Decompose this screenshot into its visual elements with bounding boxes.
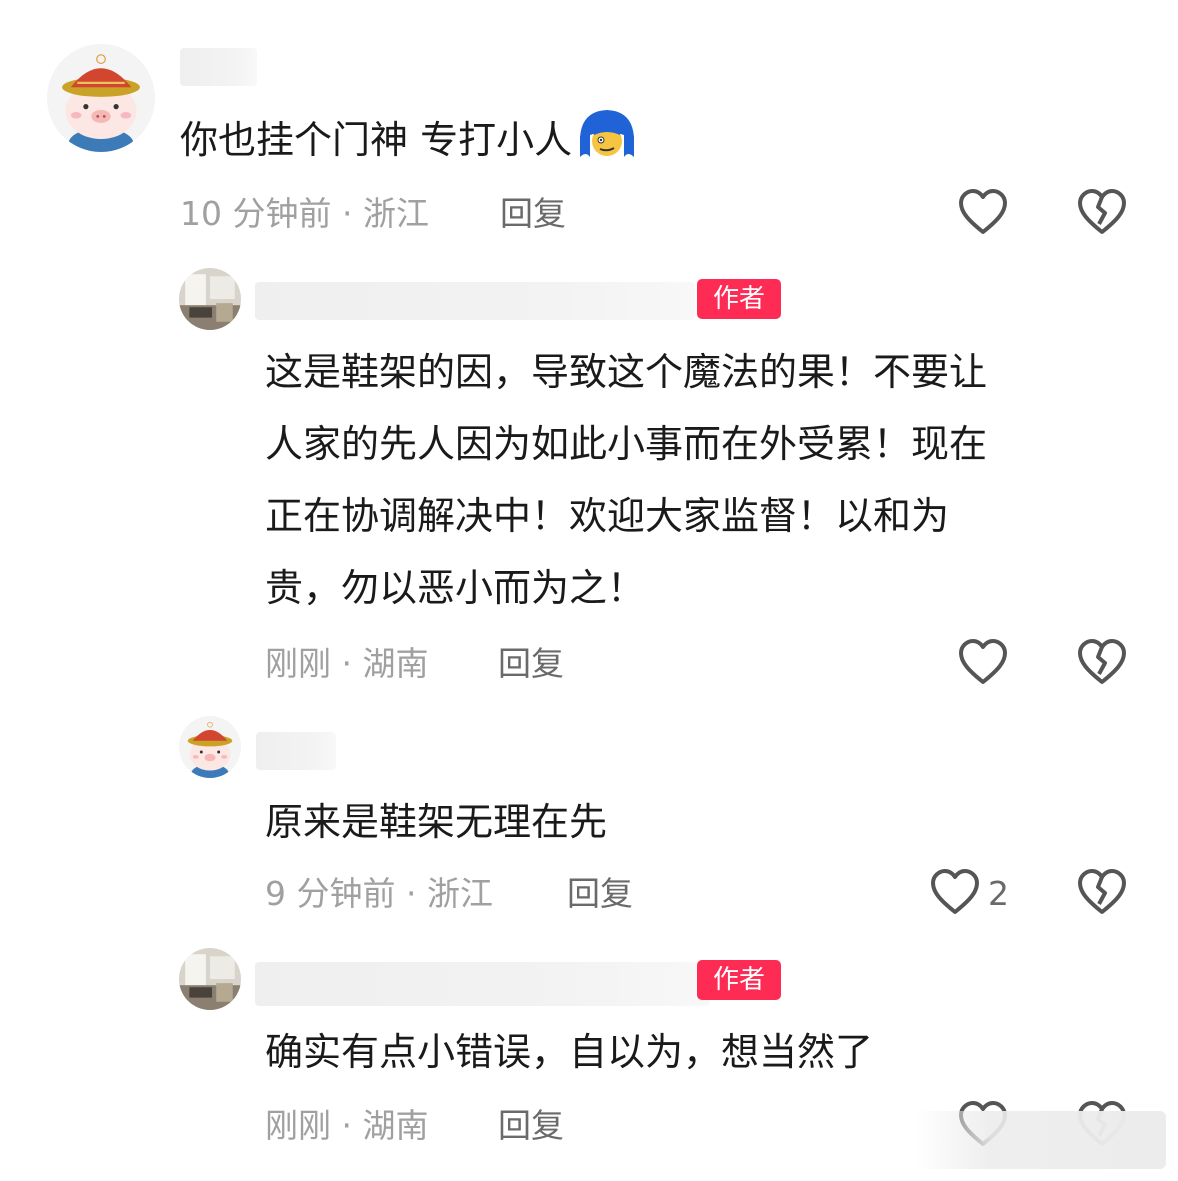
comment-line: 人家的先人因为如此小事而在外受累！现在 xyxy=(265,422,988,466)
username-blurred[interactable] xyxy=(256,732,336,770)
avatar[interactable] xyxy=(179,268,241,330)
username-blurred[interactable] xyxy=(255,962,710,1006)
author-badge: 作者 xyxy=(697,279,781,319)
dislike-button[interactable] xyxy=(1077,868,1127,916)
comment-text: 你也挂个门神 专打小人 xyxy=(180,104,638,186)
reply-button[interactable]: 回复 xyxy=(500,192,566,236)
comment-line: 你也挂个门神 专打小人 xyxy=(180,118,573,162)
username-blurred[interactable] xyxy=(255,282,695,320)
comment-line: 原来是鞋架无理在先 xyxy=(265,800,608,844)
pig-mandarin-hat-avatar xyxy=(47,44,155,152)
pig-mandarin-hat-avatar xyxy=(179,716,241,778)
comment-meta: 刚刚 · 湖南 xyxy=(265,644,429,683)
blue-hair-face-emoji xyxy=(576,107,638,186)
comment-meta: 9 分钟前 · 浙江 xyxy=(265,874,493,913)
dislike-button[interactable] xyxy=(1077,638,1127,686)
broken-heart-icon xyxy=(1078,639,1126,684)
comment-text: 原来是鞋架无理在先 xyxy=(265,786,607,858)
author-badge: 作者 xyxy=(697,960,781,1000)
like-count: 2 xyxy=(988,874,1009,913)
like-button[interactable] xyxy=(930,868,980,916)
avatar[interactable] xyxy=(179,948,241,1010)
heart-outline-icon xyxy=(959,639,1007,684)
comment-line: 这是鞋架的因，导致这个魔法的果！不要让 xyxy=(265,350,988,394)
room-photo-avatar xyxy=(179,948,241,1010)
broken-heart-icon xyxy=(1078,869,1126,914)
like-button[interactable] xyxy=(958,188,1008,236)
avatar[interactable] xyxy=(179,716,241,778)
reply-button[interactable]: 回复 xyxy=(498,642,564,686)
heart-outline-icon xyxy=(931,869,979,914)
dislike-button[interactable] xyxy=(1077,188,1127,236)
comment-text: 这是鞋架的因，导致这个魔法的果！不要让 人家的先人因为如此小事而在外受累！现在 … xyxy=(265,336,987,624)
reply-button[interactable]: 回复 xyxy=(498,1104,564,1148)
comment-meta: 刚刚 · 湖南 xyxy=(265,1106,429,1145)
comment-meta: 10 分钟前 · 浙江 xyxy=(180,194,429,233)
like-button[interactable] xyxy=(958,638,1008,686)
heart-outline-icon xyxy=(959,189,1007,234)
comment-text: 确实有点小错误，自以为，想当然了 xyxy=(265,1016,873,1088)
reply-button[interactable]: 回复 xyxy=(567,872,633,916)
broken-heart-icon xyxy=(1078,189,1126,234)
comment-line: 确实有点小错误，自以为，想当然了 xyxy=(265,1030,874,1074)
watermark-blurred xyxy=(916,1111,1166,1169)
username-blurred[interactable] xyxy=(180,48,257,86)
comment-line: 贵，勿以恶小而为之！ xyxy=(265,566,646,610)
avatar[interactable] xyxy=(47,44,155,152)
room-photo-avatar xyxy=(179,268,241,330)
comment-line: 正在协调解决中！欢迎大家监督！以和为 xyxy=(265,494,950,538)
